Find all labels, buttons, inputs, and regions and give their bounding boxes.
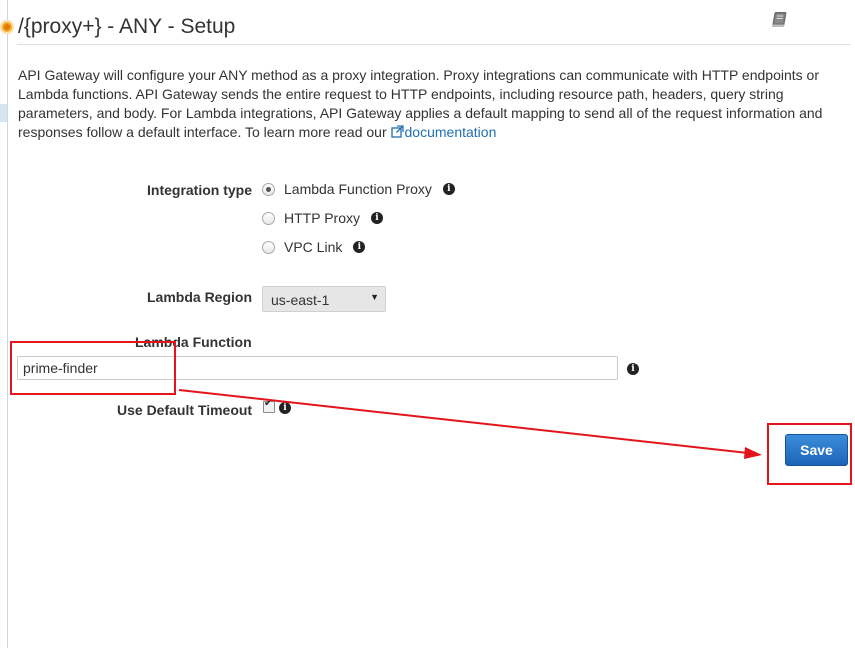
- annotation-arrow: [178, 389, 762, 459]
